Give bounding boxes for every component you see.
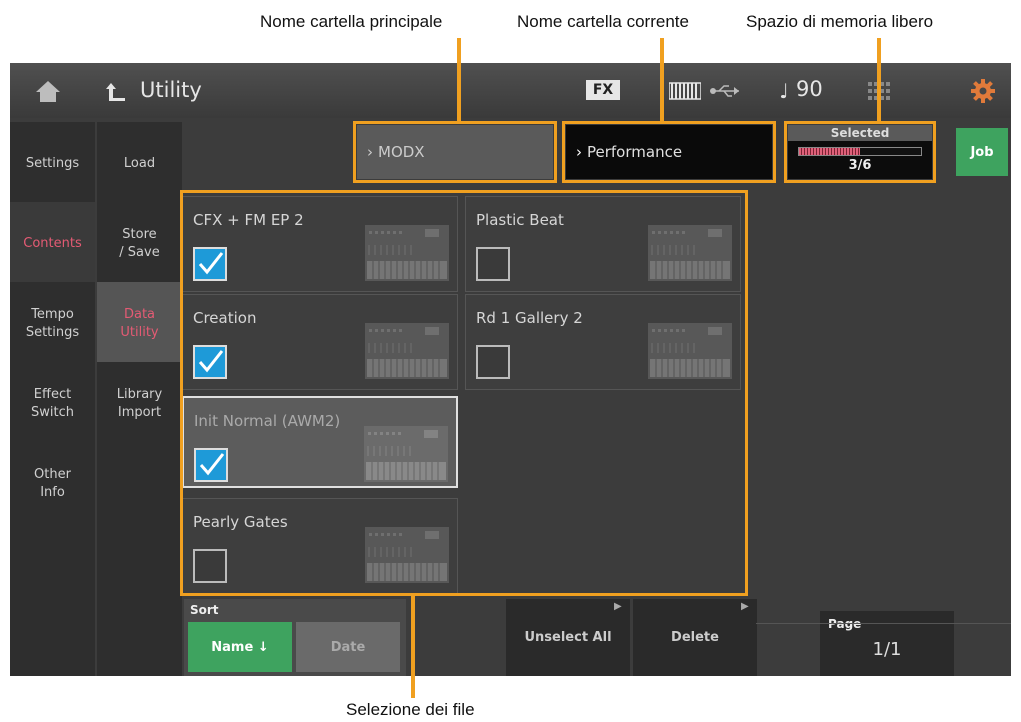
page-indicator: Page 1/1 [820, 611, 954, 676]
fx-indicator[interactable]: FX [586, 80, 620, 100]
tab-empty-2 [10, 602, 95, 676]
job-button[interactable]: Job [956, 128, 1008, 176]
tab-other-info[interactable]: Other Info [10, 442, 95, 525]
callout-line-current-inner [660, 63, 664, 121]
callout-box-memory [784, 121, 936, 183]
subtab-empty-2 [97, 522, 182, 605]
callout-line-files-inner [411, 596, 415, 676]
subtab-library-import[interactable]: Library Import [97, 362, 182, 445]
tab-effect-switch[interactable]: Effect Switch [10, 362, 95, 445]
subtab-load[interactable]: Load [97, 122, 182, 205]
top-bar: Utility FX ♩ 90 [10, 63, 1011, 118]
sort-date-button[interactable]: Date [296, 622, 400, 672]
tab-settings[interactable]: Settings [10, 122, 95, 205]
tempo-value[interactable]: 90 [796, 77, 823, 101]
callout-line-memory-top [877, 38, 881, 63]
callout-file-selection: Selezione dei file [346, 700, 475, 719]
sort-label: Sort [190, 603, 219, 617]
keyboard-icon [668, 63, 702, 118]
back-arrow-icon[interactable] [98, 63, 134, 118]
subtab-data-utility[interactable]: Data Utility [97, 282, 182, 365]
subtab-store-save[interactable]: Store / Save [97, 202, 182, 285]
page-value: 1/1 [872, 639, 902, 660]
callout-line-memory-inner [877, 63, 881, 121]
callout-box-files [180, 190, 748, 596]
callout-main-folder: Nome cartella principale [260, 12, 443, 31]
tab-empty-1 [10, 522, 95, 605]
callout-line-files-bottom [411, 676, 415, 698]
callout-box-main-folder [353, 121, 557, 183]
callout-line-current-top [660, 38, 664, 63]
bottom-divider [756, 623, 1011, 624]
menu-arrow-icon: ▶ [614, 601, 622, 612]
gear-icon[interactable] [965, 63, 1001, 118]
delete-button[interactable]: Delete [633, 599, 757, 676]
callout-current-folder: Nome cartella corrente [517, 12, 689, 31]
callout-line-main-inner [457, 63, 461, 121]
sort-name-button[interactable]: Name ↓ [188, 622, 292, 672]
page-label: Page [828, 617, 862, 631]
page-title: Utility [140, 78, 202, 102]
callout-line-main-top [457, 38, 461, 63]
home-icon[interactable] [24, 63, 72, 118]
sort-group: Sort Name ↓ Date [184, 599, 406, 676]
menu-arrow-icon: ▶ [741, 601, 749, 612]
tab-contents[interactable]: Contents [10, 202, 95, 285]
note-icon: ♩ [779, 78, 789, 103]
subtab-empty-1 [97, 442, 182, 525]
callout-free-memory: Spazio di memoria libero [746, 12, 934, 31]
subtab-empty-3 [97, 602, 182, 676]
tab-tempo-settings[interactable]: Tempo Settings [10, 282, 95, 365]
callout-box-current-folder [562, 121, 776, 183]
usb-icon [708, 63, 744, 118]
unselect-all-button[interactable]: Unselect All [506, 599, 630, 676]
synth-screen: Utility FX ♩ 90 Settings Contents Tempo … [10, 63, 1011, 676]
